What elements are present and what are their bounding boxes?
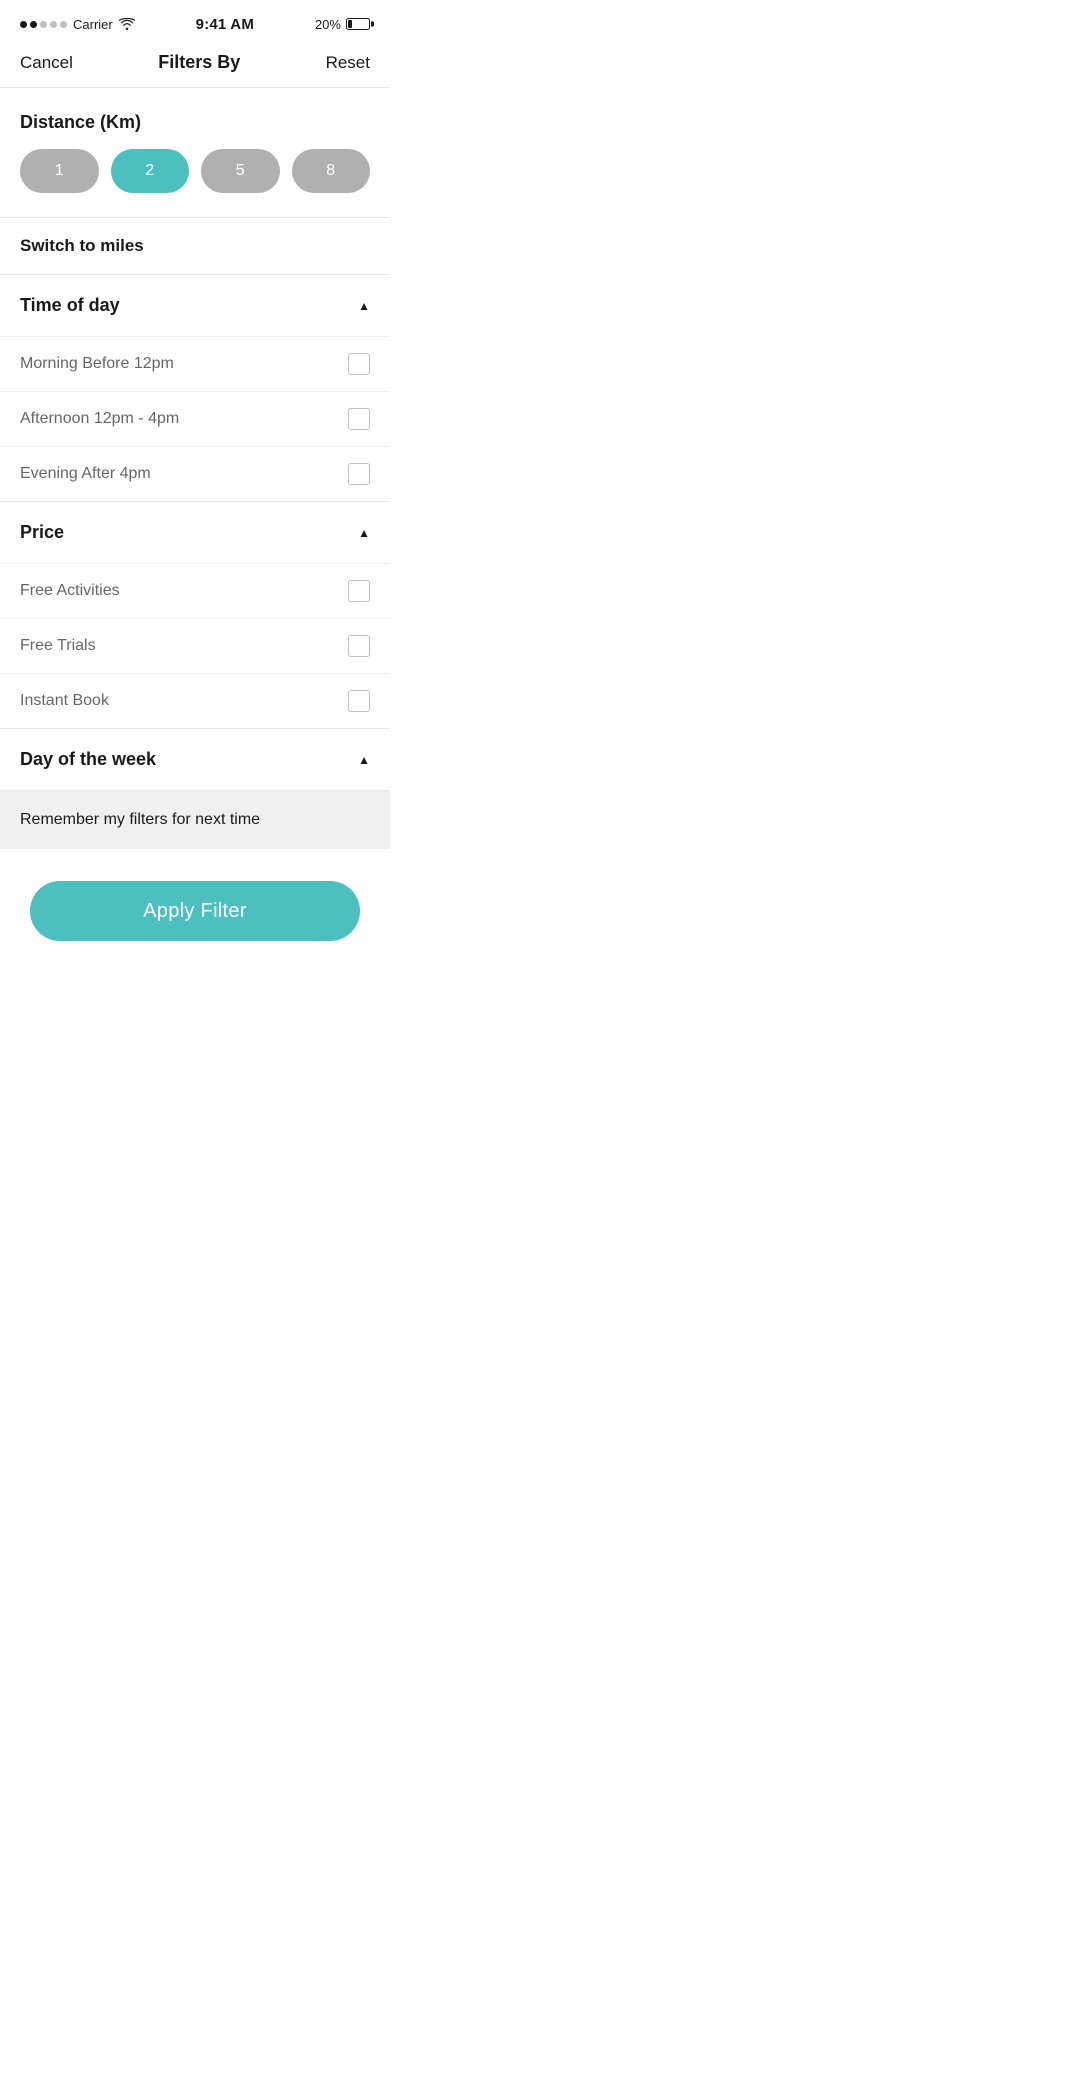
day-of-week-section: Day of the week ▲ [0, 729, 390, 791]
reset-button[interactable]: Reset [326, 53, 370, 73]
price-free-trials-checkbox[interactable] [348, 635, 370, 657]
signal-dot-2 [30, 21, 37, 28]
battery-icon [346, 18, 370, 30]
status-right: 20% [315, 17, 370, 32]
price-free-activities-checkbox[interactable] [348, 580, 370, 602]
price-free-trials-label: Free Trials [20, 637, 96, 655]
day-of-week-header[interactable]: Day of the week ▲ [0, 729, 390, 790]
price-instant-book-checkbox[interactable] [348, 690, 370, 712]
status-left: Carrier [20, 17, 135, 32]
price-free-trials-row[interactable]: Free Trials [0, 618, 390, 673]
signal-dot-4 [50, 21, 57, 28]
time-morning-checkbox[interactable] [348, 353, 370, 375]
distance-pill-2[interactable]: 2 [111, 149, 190, 193]
price-free-activities-label: Free Activities [20, 582, 120, 600]
remember-row[interactable]: Remember my filters for next time [0, 791, 390, 849]
time-afternoon-checkbox[interactable] [348, 408, 370, 430]
time-of-day-header[interactable]: Time of day ▲ [0, 275, 390, 336]
day-of-week-label: Day of the week [20, 749, 156, 770]
cancel-button[interactable]: Cancel [20, 53, 73, 73]
price-free-activities-row[interactable]: Free Activities [0, 563, 390, 618]
switch-miles-label: Switch to miles [20, 236, 144, 255]
price-instant-book-row[interactable]: Instant Book [0, 673, 390, 728]
time-evening-row[interactable]: Evening After 4pm [0, 446, 390, 501]
status-bar: Carrier 9:41 AM 20% [0, 0, 390, 44]
apply-button-wrapper: Apply Filter [0, 849, 390, 981]
price-header[interactable]: Price ▲ [0, 502, 390, 563]
remember-label: Remember my filters for next time [20, 811, 260, 828]
time-of-day-chevron: ▲ [358, 299, 370, 313]
time-evening-label: Evening After 4pm [20, 465, 151, 483]
signal-dots [20, 21, 67, 28]
battery-wrapper [346, 18, 370, 30]
distance-pill-5[interactable]: 5 [201, 149, 280, 193]
wifi-icon [119, 18, 135, 30]
battery-percent: 20% [315, 17, 341, 32]
time-morning-label: Morning Before 12pm [20, 355, 174, 373]
day-of-week-chevron: ▲ [358, 753, 370, 767]
distance-label: Distance (Km) [20, 112, 370, 133]
price-chevron: ▲ [358, 526, 370, 540]
price-instant-book-label: Instant Book [20, 692, 109, 710]
time-evening-checkbox[interactable] [348, 463, 370, 485]
distance-section: Distance (Km) 1 2 5 8 [0, 88, 390, 193]
signal-dot-5 [60, 21, 67, 28]
apply-filter-button[interactable]: Apply Filter [30, 881, 360, 941]
price-label: Price [20, 522, 64, 543]
distance-pills: 1 2 5 8 [20, 149, 370, 193]
distance-pill-1[interactable]: 1 [20, 149, 99, 193]
time-afternoon-row[interactable]: Afternoon 12pm - 4pm [0, 391, 390, 446]
page-title: Filters By [158, 52, 240, 73]
time-afternoon-label: Afternoon 12pm - 4pm [20, 410, 179, 428]
distance-pill-8[interactable]: 8 [292, 149, 371, 193]
price-section: Price ▲ Free Activities Free Trials Inst… [0, 502, 390, 729]
time-of-day-section: Time of day ▲ Morning Before 12pm Aftern… [0, 275, 390, 502]
time-of-day-label: Time of day [20, 295, 120, 316]
switch-miles-row[interactable]: Switch to miles [0, 217, 390, 275]
battery-fill [348, 20, 352, 28]
signal-dot-3 [40, 21, 47, 28]
carrier-label: Carrier [73, 17, 113, 32]
nav-bar: Cancel Filters By Reset [0, 44, 390, 88]
status-time: 9:41 AM [196, 16, 254, 33]
signal-dot-1 [20, 21, 27, 28]
time-morning-row[interactable]: Morning Before 12pm [0, 336, 390, 391]
